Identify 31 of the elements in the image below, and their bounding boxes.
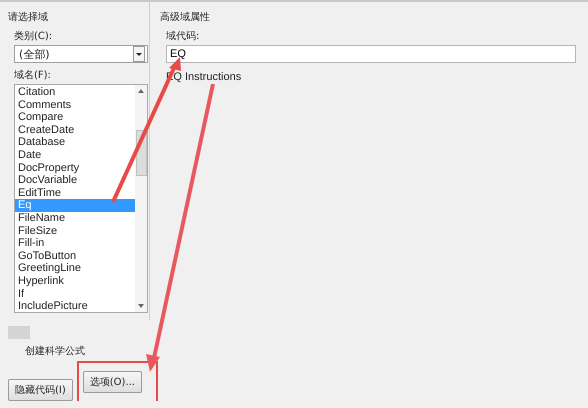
field-code-input[interactable]: EQ — [166, 45, 576, 63]
category-label: 类别(C): — [14, 30, 52, 43]
blank-swatch — [8, 326, 30, 339]
scroll-down-icon[interactable] — [137, 303, 145, 309]
field-names-label: 域名(F): — [14, 68, 51, 82]
list-item[interactable]: Hyperlink — [15, 274, 135, 288]
list-item[interactable]: Compare — [15, 111, 135, 124]
category-dropdown[interactable]: (全部) — [14, 45, 148, 63]
list-item[interactable]: GreetingLine — [15, 262, 135, 275]
list-item[interactable]: If — [15, 288, 135, 300]
list-item[interactable]: DocProperty — [15, 162, 135, 174]
list-item[interactable]: FileName — [15, 212, 135, 225]
field-code-label: 域代码: — [166, 30, 200, 43]
list-item[interactable]: Comments — [15, 98, 135, 112]
list-item[interactable]: IncludePicture — [15, 300, 135, 313]
list-item[interactable]: FileSize — [15, 224, 135, 238]
list-item[interactable]: GoToButton — [15, 250, 135, 262]
list-item[interactable]: EditTime — [15, 186, 135, 200]
dialog-button[interactable]: 选项(O)... — [82, 371, 142, 393]
group-title: 请选择域 — [8, 10, 48, 24]
scrollbar[interactable] — [135, 85, 147, 312]
list-item[interactable]: CreateDate — [15, 124, 135, 136]
list-item[interactable]: Fill-in — [15, 237, 135, 250]
scroll-up-icon[interactable] — [137, 88, 145, 94]
list-item[interactable]: DocVariable — [15, 174, 135, 187]
description-text: 创建科学公式 — [25, 344, 85, 358]
list-item[interactable]: Citation — [15, 86, 135, 99]
list-item[interactable]: Date — [15, 148, 135, 162]
dialog-button[interactable]: 隐藏代码(I) — [8, 379, 73, 401]
group-title: 高级域属性 — [160, 10, 210, 24]
list-item[interactable]: Database — [15, 136, 135, 149]
